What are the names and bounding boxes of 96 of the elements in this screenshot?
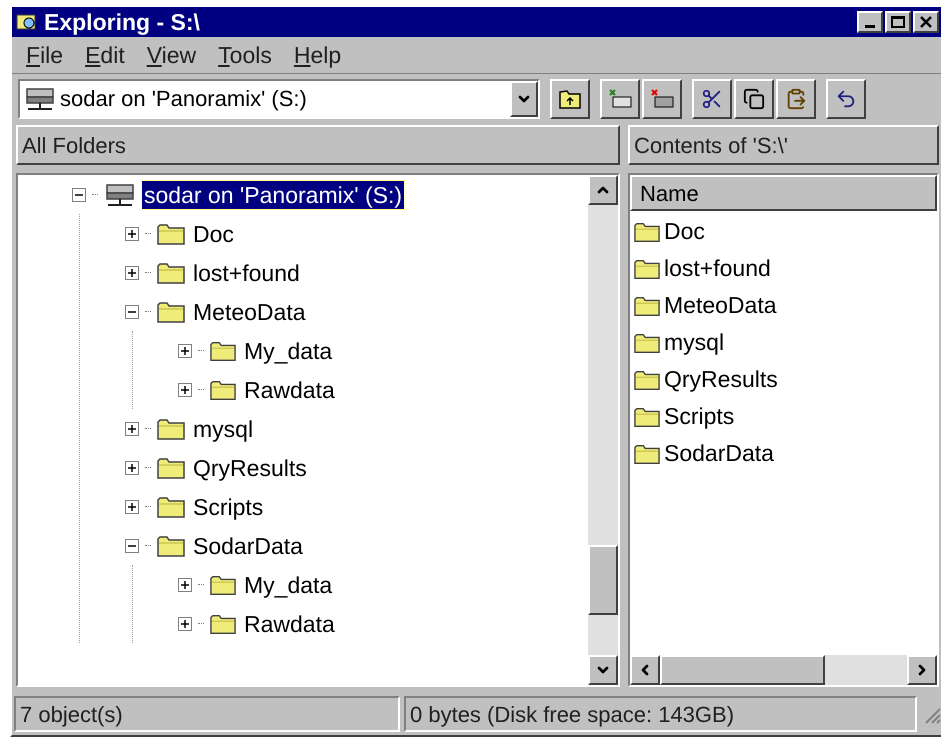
- horizontal-scrollbar[interactable]: [630, 655, 937, 685]
- scissors-icon: [701, 88, 723, 110]
- disconnect-drive-button[interactable]: [642, 78, 682, 118]
- plus-icon: [127, 424, 137, 434]
- collapse-toggle[interactable]: [125, 538, 139, 552]
- expand-toggle[interactable]: [125, 460, 139, 474]
- folder-list-entry[interactable]: QryResults: [664, 362, 778, 397]
- pane-header: Contents of 'S:\': [628, 125, 939, 165]
- plus-icon: [127, 502, 137, 512]
- folder-icon: [157, 496, 185, 518]
- explorer-icon: [16, 12, 38, 32]
- tree-item[interactable]: Rawdata: [242, 610, 337, 638]
- tree-item[interactable]: My_data: [242, 570, 334, 598]
- folder-icon: [634, 406, 660, 428]
- folder-icon: [157, 300, 185, 322]
- folder-list-entry[interactable]: Scripts: [664, 399, 734, 434]
- folder-icon: [210, 574, 236, 596]
- expand-toggle[interactable]: [125, 266, 139, 280]
- copy-button[interactable]: [734, 78, 774, 118]
- drive-icon: [649, 88, 675, 110]
- folder-icon: [634, 294, 660, 316]
- collapse-toggle[interactable]: [125, 304, 139, 318]
- clipboard-icon: [785, 88, 807, 110]
- menu-item[interactable]: File: [26, 38, 64, 72]
- cut-button[interactable]: [692, 78, 732, 118]
- folder-up-icon: [558, 88, 582, 110]
- address-combo-box[interactable]: sodar on 'Panoramix' (S:): [18, 78, 540, 118]
- status-panel: 7 object(s): [14, 696, 400, 732]
- scroll-thumb[interactable]: [660, 655, 825, 685]
- expand-toggle[interactable]: [178, 616, 192, 630]
- plus-icon: [180, 618, 190, 628]
- vertical-scrollbar[interactable]: [588, 175, 618, 685]
- tree-item[interactable]: MeteoData: [191, 298, 308, 326]
- folder-icon: [210, 378, 236, 400]
- window-title: Exploring - S:\: [44, 8, 200, 36]
- folder-list-entry[interactable]: Doc: [664, 214, 705, 249]
- tree-item[interactable]: My_data: [242, 336, 334, 364]
- menu-item[interactable]: Help: [294, 38, 342, 72]
- scroll-thumb[interactable]: [588, 545, 618, 615]
- folder-icon: [157, 534, 185, 556]
- expand-toggle[interactable]: [178, 382, 192, 396]
- plus-icon: [180, 346, 190, 356]
- folder-icon: [157, 456, 185, 478]
- drive-icon: [607, 88, 633, 110]
- folder-list-entry[interactable]: MeteoData: [664, 288, 777, 323]
- close-button[interactable]: [913, 11, 939, 33]
- folder-list-entry[interactable]: SodarData: [664, 436, 774, 471]
- tree-item[interactable]: Rawdata: [242, 376, 337, 404]
- folder-icon: [210, 340, 236, 362]
- close-icon: [920, 16, 932, 28]
- folder-icon: [634, 332, 660, 354]
- folder-icon: [634, 368, 660, 390]
- paste-button[interactable]: [776, 78, 816, 118]
- pane-header: All Folders: [16, 125, 620, 165]
- map-drive-button[interactable]: [600, 78, 640, 118]
- plus-icon: [127, 268, 137, 278]
- plus-icon: [180, 384, 190, 394]
- plus-icon: [180, 580, 190, 590]
- expand-toggle[interactable]: [125, 226, 139, 240]
- copy-icon: [743, 88, 765, 110]
- maximize-button[interactable]: [885, 11, 911, 33]
- tree-item[interactable]: Scripts: [191, 492, 266, 520]
- tree-item[interactable]: lost+found: [191, 258, 302, 286]
- collapse-toggle[interactable]: [72, 188, 86, 202]
- tree-item[interactable]: SodarData: [191, 532, 305, 560]
- minimize-button[interactable]: [857, 11, 883, 33]
- folder-icon: [634, 220, 660, 242]
- expand-toggle[interactable]: [125, 500, 139, 514]
- folder-list-entry[interactable]: lost+found: [664, 251, 771, 286]
- network-drive-icon: [24, 86, 56, 112]
- expand-toggle[interactable]: [178, 344, 192, 358]
- network-drive-icon: [104, 182, 136, 208]
- menu-item[interactable]: View: [146, 38, 196, 72]
- folder-icon: [634, 442, 660, 464]
- folder-icon: [157, 262, 185, 284]
- folder-list-entry[interactable]: mysql: [664, 325, 724, 360]
- status-panel: 0 bytes (Disk free space: 143GB): [404, 696, 917, 732]
- tree-item[interactable]: QryResults: [191, 454, 309, 482]
- expand-toggle[interactable]: [178, 578, 192, 592]
- tree-item[interactable]: sodar on 'Panoramix' (S:): [142, 180, 404, 208]
- dropdown-button[interactable]: [510, 80, 538, 116]
- plus-icon: [127, 228, 137, 238]
- menu-item[interactable]: Tools: [218, 38, 272, 72]
- column-header[interactable]: Name: [630, 175, 937, 211]
- folder-icon: [634, 258, 660, 280]
- tree-item[interactable]: Doc: [191, 220, 236, 248]
- up-folder-button[interactable]: [550, 78, 590, 118]
- plus-icon: [127, 462, 137, 472]
- undo-icon: [835, 88, 857, 110]
- folder-icon: [157, 222, 185, 244]
- folder-icon: [157, 418, 185, 440]
- undo-button[interactable]: [826, 78, 866, 118]
- menu-item[interactable]: Edit: [85, 38, 125, 72]
- folder-icon: [210, 612, 236, 634]
- tree-item[interactable]: mysql: [191, 414, 256, 442]
- expand-toggle[interactable]: [125, 422, 139, 436]
